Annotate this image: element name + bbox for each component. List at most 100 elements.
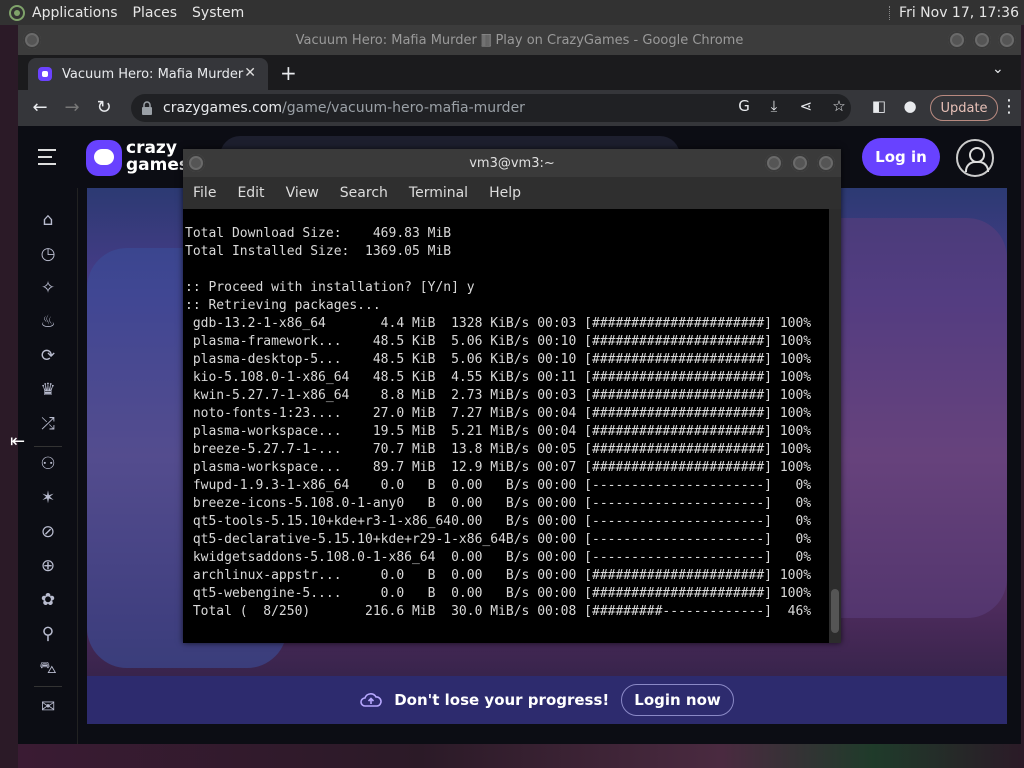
compass-icon[interactable]: ⊘ [36,520,60,544]
bicycle-icon[interactable]: ⚲ [36,622,60,646]
menu-edit[interactable]: Edit [237,185,264,201]
minimize-button[interactable] [948,31,966,49]
progress-warning-text: Don't lose your progress! [394,691,610,709]
terminal-maximize-button[interactable] [791,154,809,172]
login-now-button[interactable]: Login now [621,684,734,716]
browser-tab[interactable]: Vacuum Hero: Mafia Murder ✕ [28,58,268,90]
window-menu-button[interactable] [23,31,41,49]
profile-avatar-icon[interactable]: ● [901,97,919,115]
forward-icon[interactable]: → [60,96,84,120]
flower-icon[interactable]: ✿ [36,588,60,612]
google-lens-icon[interactable]: G [735,97,753,115]
terminal-line: noto-fonts-1:23.... 27.0 MiB 7.27 MiB/s … [185,406,812,421]
sidebar-divider [34,446,62,447]
terminal-menubar: File Edit View Search Terminal Help [183,177,841,209]
menu-terminal[interactable]: Terminal [409,185,468,201]
menu-file[interactable]: File [193,185,216,201]
terminal-line: archlinux-appstr... 0.0 B 0.00 B/s 00:00… [185,568,812,583]
terminal-close-button[interactable] [817,154,835,172]
panel-separator [889,5,893,20]
clock-icon[interactable]: ◷ [36,242,60,266]
side-panel-icon[interactable]: ◧ [870,97,888,115]
terminal-minimize-button[interactable] [765,154,783,172]
chrome-menu-icon[interactable]: ⋮ [1000,96,1018,117]
terminal-line: qt5-tools-5.15.10+kde+r3-1-x86_640.00 B/… [185,514,812,529]
chrome-titlebar[interactable]: Vacuum Hero: Mafia Murder 🀫 Play on Craz… [18,25,1021,55]
terminal-line: Total ( 8/250) 216.6 MiB 30.0 MiB/s 00:0… [185,604,812,619]
action-icon[interactable]: ✶ [36,486,60,510]
terminal-line: qt5-declarative-5.15.10+kde+r29-1-x86_64… [185,532,812,547]
mail-icon[interactable]: ✉ [36,695,60,719]
desktop-background-bottom [18,744,1024,768]
terminal-line: gdb-13.2-1-x86_64 4.4 MiB 1328 KiB/s 00:… [185,316,812,331]
terminal-output[interactable]: Total Download Size: 469.83 MiB Total Ins… [183,209,829,643]
home-icon[interactable]: ⌂ [36,208,60,232]
terminal-line: plasma-framework... 48.5 KiB 5.06 KiB/s … [185,334,812,349]
terminal-window: vm3@vm3:~ File Edit View Search Terminal… [183,149,841,643]
crazygames-favicon-icon [38,67,52,81]
terminal-scrollbar[interactable] [829,209,841,643]
menu-help[interactable]: Help [489,185,521,201]
two-player-icon[interactable]: ⚇ [36,452,60,476]
terminal-line: kio-5.108.0-1-x86_64 48.5 KiB 4.55 KiB/s… [185,370,812,385]
terminal-line: breeze-5.27.7-1-... 70.7 MiB 13.8 MiB/s … [185,442,812,457]
sparkle-icon[interactable]: ✧ [36,276,60,300]
tab-title: Vacuum Hero: Mafia Murder [62,66,244,82]
new-tab-icon[interactable]: + [280,61,297,85]
user-account-icon[interactable] [956,139,994,177]
menu-search[interactable]: Search [340,185,388,201]
panel-clock[interactable]: Fri Nov 17, 17:36 [899,5,1019,21]
back-icon[interactable]: ← [28,96,52,120]
bookmark-star-icon[interactable]: ☆ [830,97,848,115]
share-icon[interactable]: ⋖ [797,97,815,115]
gnome-foot-icon[interactable] [8,4,26,22]
maximize-button[interactable] [973,31,991,49]
install-app-icon[interactable]: ⤓ [765,97,783,115]
url-host: crazygames.com [163,100,283,116]
lock-icon[interactable] [141,101,153,115]
tab-strip: Vacuum Hero: Mafia Murder ✕ [18,55,1021,90]
terminal-window-menu-button[interactable] [187,154,205,172]
trophy-icon[interactable]: ♛ [36,378,60,402]
url-path: /game/vacuum-hero-mafia-murder [282,100,525,116]
basketball-icon[interactable]: ⊕ [36,554,60,578]
system-menu[interactable]: System [192,5,244,21]
terminal-line: Total Download Size: 469.83 MiB [185,226,452,241]
terminal-lines: Total Download Size: 469.83 MiB Total Ins… [185,209,811,621]
tab-search-chevron-icon[interactable]: ⌄ [992,61,1004,77]
crazygames-wordmark[interactable]: crazy games [126,140,189,174]
terminal-line: breeze-icons-5.108.0-1-any0 B 0.00 B/s 0… [185,496,812,511]
terminal-titlebar[interactable]: vm3@vm3:~ [183,149,841,177]
refresh-icon[interactable]: ⟳ [36,344,60,368]
terminal-line: plasma-desktop-5... 48.5 KiB 5.06 KiB/s … [185,352,812,367]
desktop-background-left [0,25,18,768]
menu-view[interactable]: View [286,185,319,201]
browser-toolbar: ← → ↻ crazygames.com/game/vacuum-hero-ma… [18,90,1021,126]
menu-collapse-icon[interactable] [38,146,62,168]
sidebar-divider [34,686,62,687]
crazygames-logo-icon[interactable] [86,140,122,176]
applications-menu[interactable]: Applications [32,5,118,21]
close-tab-icon[interactable]: ✕ [244,65,256,81]
flame-icon[interactable]: ♨ [36,310,60,334]
save-progress-banner: Don't lose your progress! Login now [87,676,1007,724]
url-text: crazygames.com/game/vacuum-hero-mafia-mu… [163,100,525,116]
terminal-line: plasma-workspace... 89.7 MiB 12.9 MiB/s … [185,460,812,475]
shuffle-icon[interactable]: ⤮ [36,412,60,436]
terminal-line: plasma-workspace... 19.5 MiB 5.21 MiB/s … [185,424,812,439]
terminal-line: Total Installed Size: 1369.05 MiB [185,244,452,259]
terminal-line: :: Retrieving packages... [185,298,381,313]
log-in-button[interactable]: Log in [862,138,940,176]
terminal-line: kwidgetsaddons-5.108.0-1-x86_64 0.00 B/s… [185,550,812,565]
terminal-scroll-thumb[interactable] [831,589,839,633]
places-menu[interactable]: Places [133,5,178,21]
reload-icon[interactable]: ↻ [92,96,116,120]
update-button[interactable]: Update [930,95,998,121]
terminal-line: :: Proceed with installation? [Y/n] y [185,280,475,295]
terminal-line: qt5-webengine-5.... 0.0 B 0.00 B/s 00:00… [185,586,812,601]
close-window-button[interactable] [998,31,1016,49]
car-icon[interactable]: ⛍ [36,656,60,680]
chrome-window-title: Vacuum Hero: Mafia Murder 🀫 Play on Craz… [295,32,744,48]
